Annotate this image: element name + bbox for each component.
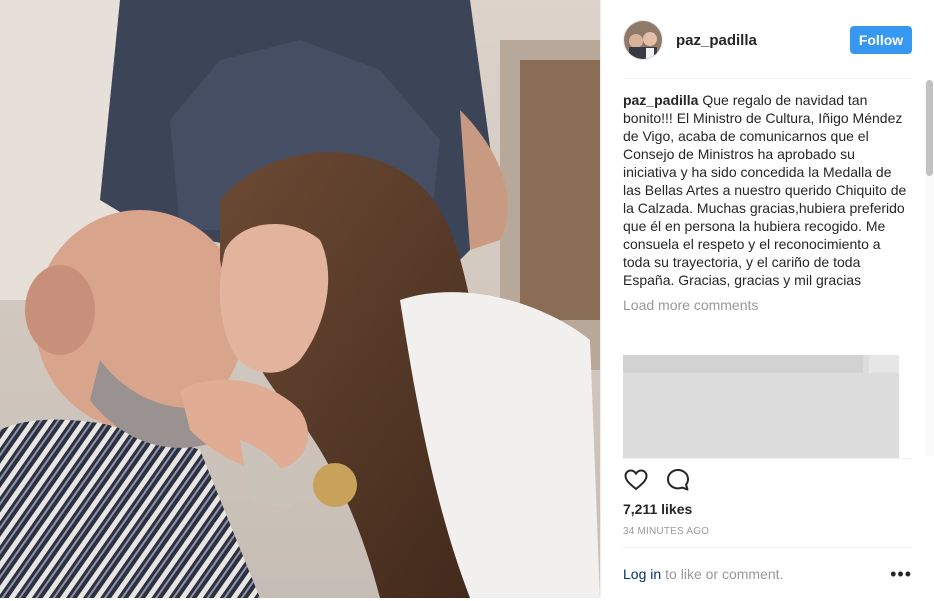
caption-text: Que regalo de navidad tan bonito!!! El M…	[623, 92, 907, 288]
action-bar	[623, 467, 691, 493]
username[interactable]: paz_padilla	[676, 32, 850, 49]
login-footer: Log in to like or comment. •••	[623, 563, 912, 585]
caption: paz_padilla Que regalo de navidad tan bo…	[623, 91, 909, 289]
post-header: paz_padilla Follow	[623, 18, 912, 62]
header-divider	[623, 78, 912, 79]
redacted-block	[869, 355, 899, 373]
caption-username[interactable]: paz_padilla	[623, 92, 698, 108]
redacted-comment-area	[623, 355, 899, 459]
load-more-comments-button[interactable]: Load more comments	[623, 296, 909, 314]
comments-scrollbar[interactable]	[925, 80, 934, 456]
more-options-icon[interactable]: •••	[890, 565, 912, 583]
instagram-post-window: paz_padilla Follow paz_padilla Que regal…	[0, 0, 934, 601]
avatar[interactable]	[623, 20, 663, 60]
comments-divider	[623, 458, 912, 459]
post-photo-illustration	[0, 0, 600, 598]
scrollbar-thumb[interactable]	[926, 80, 933, 176]
comment-icon[interactable]	[665, 467, 691, 493]
heart-icon[interactable]	[623, 467, 649, 493]
comments-section: paz_padilla Que regalo de navidad tan bo…	[623, 91, 909, 459]
login-link[interactable]: Log in	[623, 566, 661, 582]
post-timestamp[interactable]: 34 MINUTES AGO	[623, 526, 709, 537]
login-prompt-text: to like or comment.	[665, 566, 784, 582]
footer-divider	[623, 547, 912, 548]
avatar-image	[624, 21, 662, 59]
post-sidebar: paz_padilla Follow paz_padilla Que regal…	[600, 0, 934, 598]
post-photo[interactable]	[0, 0, 600, 598]
follow-button[interactable]: Follow	[850, 26, 912, 54]
redacted-block	[623, 355, 863, 373]
likes-count[interactable]: 7,211 likes	[623, 501, 692, 517]
